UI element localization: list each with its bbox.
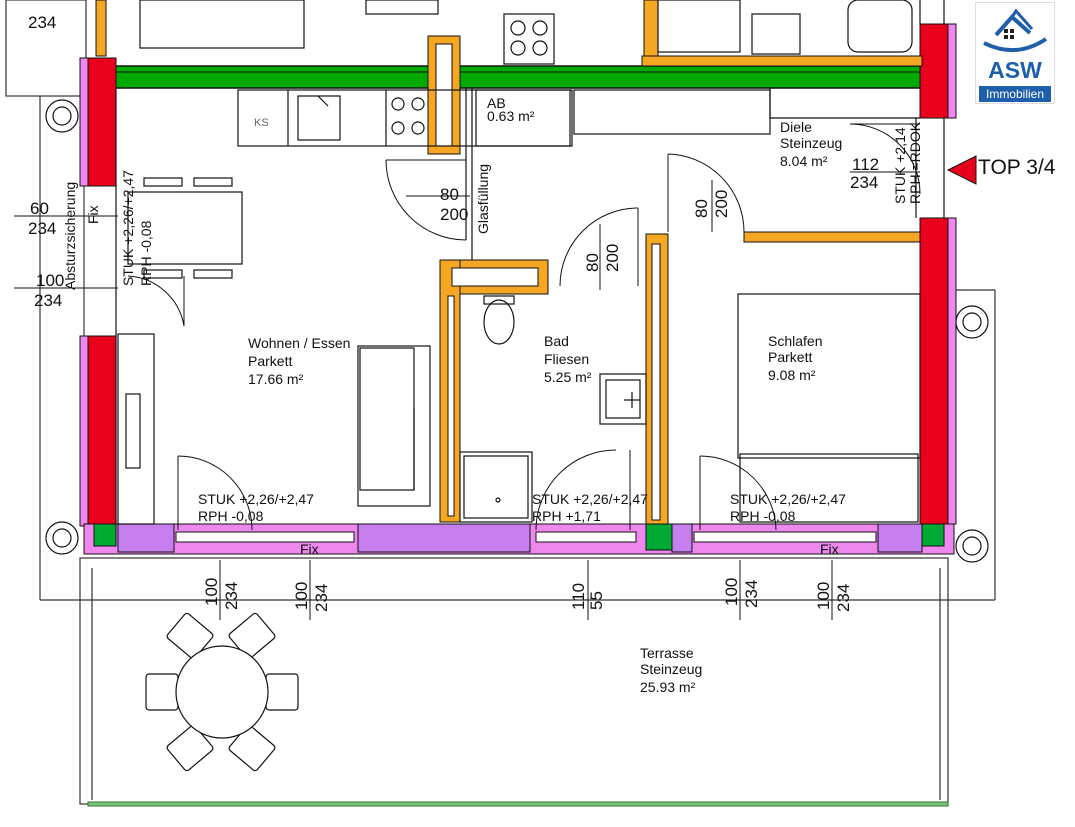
dim-bottom-1b: 234: [222, 582, 241, 610]
absturz-label: Absturzsicherung: [62, 182, 78, 290]
logo-name: ASW: [988, 57, 1042, 83]
unit-label: TOP 3/4: [978, 156, 1056, 179]
fridge-label: KS: [254, 117, 269, 129]
window-3-rph: RPH -0,08: [730, 508, 796, 524]
stuk-left-label: STUK +2,26/+2,47: [120, 170, 136, 286]
window-3-stuk: STUK +2,26/+2,47: [730, 491, 846, 507]
dim-bottom-5b: 234: [834, 584, 853, 612]
dim-left-60b: 234: [28, 219, 56, 238]
bathroom-fixtures: [459, 295, 647, 523]
door-swings: [127, 123, 921, 531]
upper-unit-furniture: [139, 0, 945, 65]
dim-bottom-2a: 100: [292, 582, 311, 610]
room-terrasse-floor: Steinzeug: [640, 661, 702, 677]
unit-marker-icon: [946, 155, 977, 185]
room-wohnen-area: 17.66 m²: [248, 371, 304, 387]
dim-112b: 234: [850, 173, 878, 192]
dim-bad-door-200: 200: [603, 244, 622, 272]
dim-112: 112: [852, 155, 879, 174]
floor-plan: KS Wohnen / Essen Parkett 17.66 m² Bad F…: [5, 0, 996, 807]
room-diele-name: Diele: [780, 119, 812, 135]
dim-bad-door-80: 80: [583, 253, 602, 272]
dim-bottom-4a: 100: [722, 578, 741, 606]
glas-label: Glasfüllung: [475, 164, 491, 234]
room-ab-area: 0.63 m²: [487, 108, 535, 124]
fix-label-1: Fix: [300, 541, 319, 557]
room-diele-area: 8.04 m²: [780, 153, 828, 169]
dim-door-200: 200: [440, 205, 468, 224]
logo-subtitle: Immobilien: [979, 86, 1051, 102]
rph-diele-label: RPH =RDOK: [907, 121, 923, 204]
rph-left-label: RPH -0,08: [138, 220, 154, 286]
room-bad-floor: Fliesen: [544, 351, 589, 367]
house-logo-icon: [983, 8, 1048, 53]
window-2-stuk: STUK +2,26/+2,47: [532, 491, 648, 507]
room-terrasse-area: 25.93 m²: [640, 679, 696, 695]
fix-label-left: Fix: [85, 205, 101, 224]
room-schlafen-name: Schlafen: [768, 333, 822, 349]
room-bad-name: Bad: [544, 333, 569, 349]
room-bad-area: 5.25 m²: [544, 369, 592, 385]
dim-door-80: 80: [440, 185, 459, 204]
terrace-edge: [87, 801, 949, 807]
dim-sz-door-200: 200: [712, 190, 731, 218]
dim-left-100: 100: [36, 271, 64, 290]
dim-bottom-2b: 234: [312, 584, 331, 612]
dim-left-60: 60: [30, 199, 49, 218]
dim-sz-door-80: 80: [692, 199, 711, 218]
terrace-table: [145, 612, 299, 772]
room-schlafen-area: 9.08 m²: [768, 367, 816, 383]
dim-bottom-4b: 234: [742, 580, 761, 608]
dim-bottom-3a: 110: [569, 583, 588, 610]
dim-bottom-3b: 55: [587, 591, 606, 610]
dim-left-100b: 234: [34, 291, 62, 310]
beam-top: [103, 65, 935, 89]
room-diele-floor: Steinzeug: [780, 135, 842, 151]
window-1-rph: RPH -0,08: [198, 508, 264, 524]
room-wohnen-floor: Parkett: [248, 353, 292, 369]
room-schlafen-floor: Parkett: [768, 349, 812, 365]
window-1-stuk: STUK +2,26/+2,47: [198, 491, 314, 507]
dim-bottom-5a: 100: [814, 582, 833, 610]
downpipe-icons: [45, 99, 989, 563]
floor-plan-stage: KS Wohnen / Essen Parkett 17.66 m² Bad F…: [0, 0, 1075, 827]
asw-logo: ASW Immobilien: [975, 2, 1055, 104]
dim-top-left: 234: [28, 13, 56, 32]
fix-label-2: Fix: [820, 541, 839, 557]
window-2-rph: RPH +1,71: [532, 508, 601, 524]
stuk-diele-label: STUK +2,14: [892, 127, 908, 204]
room-terrasse-name: Terrasse: [640, 645, 694, 661]
bed: [737, 293, 921, 523]
room-wohnen-name: Wohnen / Essen: [248, 335, 350, 351]
dim-bottom-1a: 100: [202, 578, 221, 606]
